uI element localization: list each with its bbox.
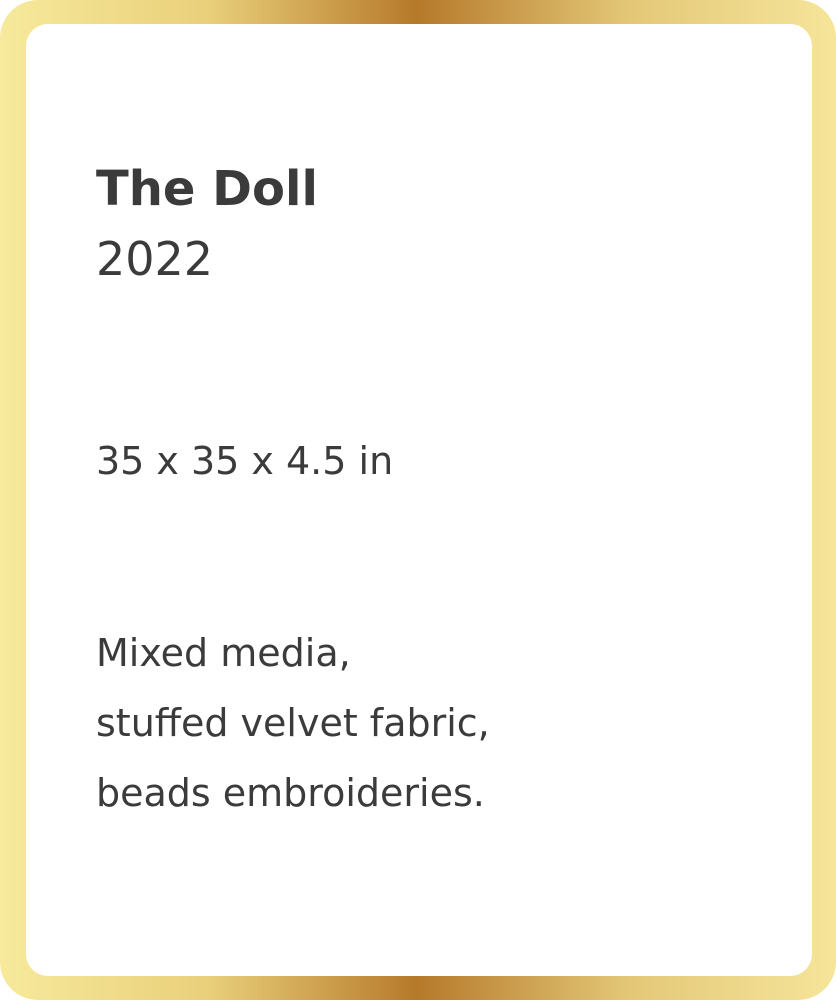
materials-line: Mixed media,: [96, 631, 351, 675]
artwork-title: The Doll: [96, 161, 318, 217]
artwork-dimensions: 35 x 35 x 4.5 in: [96, 439, 394, 483]
artwork-year: 2022: [96, 232, 214, 286]
gold-frame: The Doll 2022 35 x 35 x 4.5 in Mixed med…: [0, 0, 836, 1000]
materials-line: beads embroideries.: [96, 771, 485, 815]
materials-line: stuffed velvet fabric,: [96, 701, 490, 745]
artwork-info-card: The Doll 2022 35 x 35 x 4.5 in Mixed med…: [26, 24, 812, 976]
artwork-materials: Mixed media, stuffed velvet fabric, bead…: [96, 618, 490, 828]
